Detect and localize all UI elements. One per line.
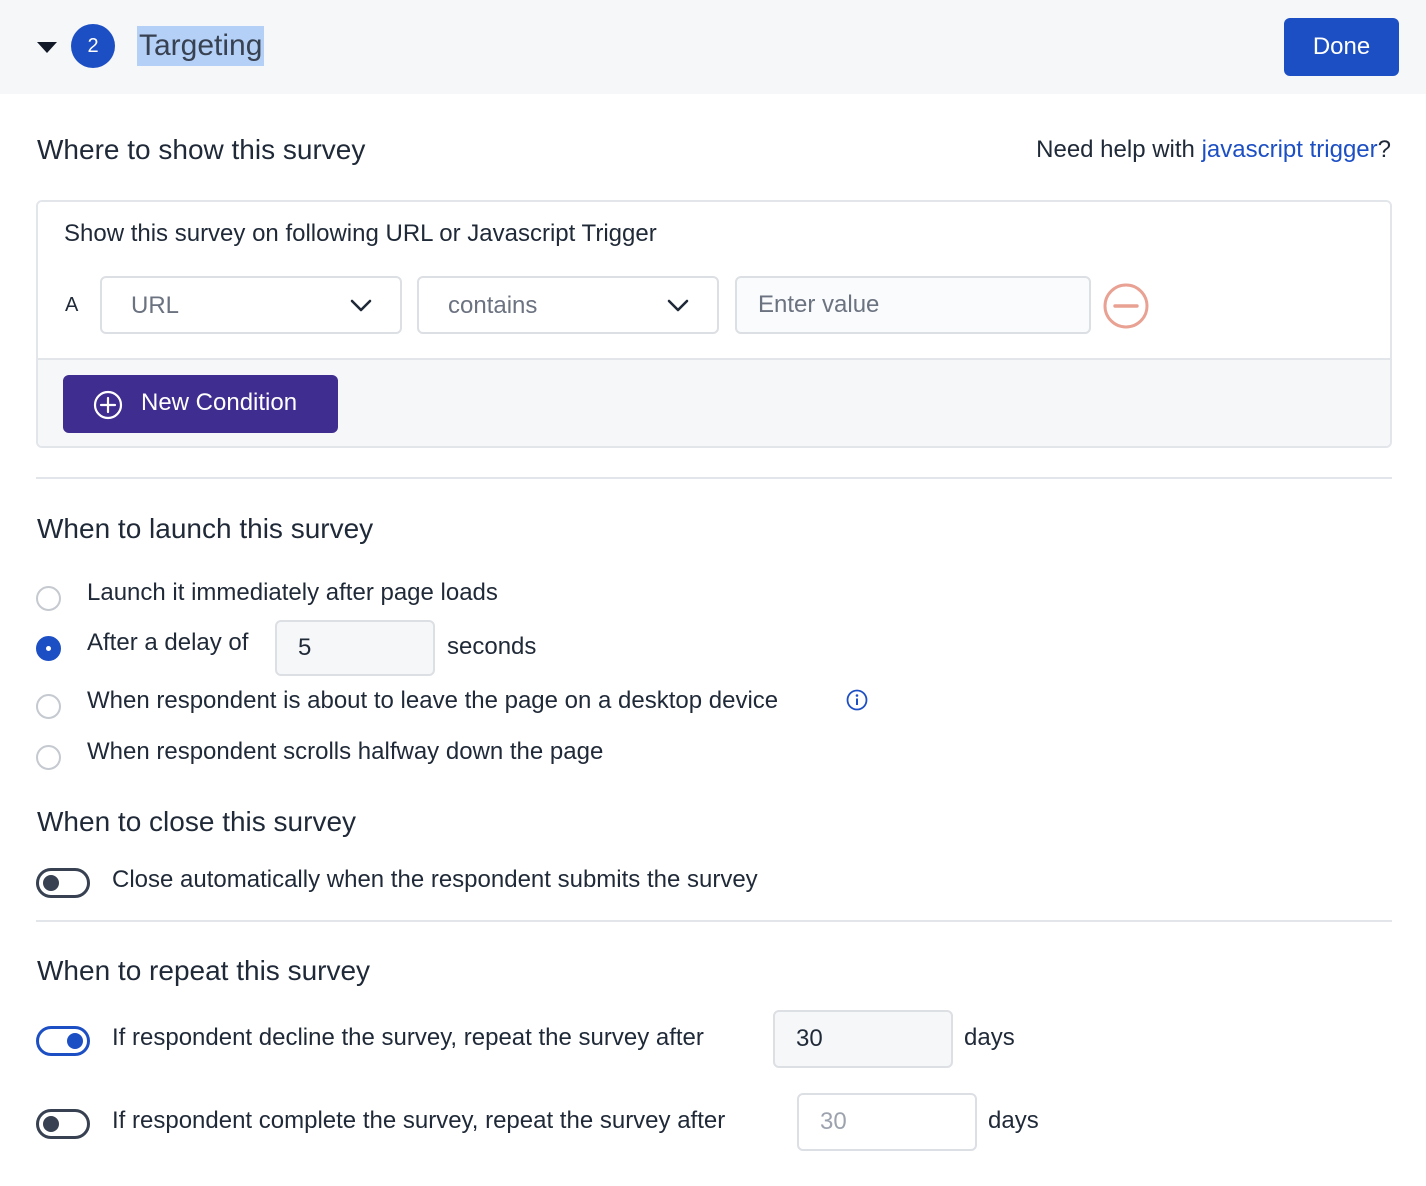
info-icon[interactable] bbox=[846, 689, 868, 711]
divider bbox=[36, 477, 1392, 479]
field-select-value: URL bbox=[131, 292, 180, 319]
section-header: 2 Targeting Done bbox=[0, 0, 1426, 94]
launch-option-label: Launch it immediately after page loads bbox=[87, 579, 498, 606]
when-to-launch-heading: When to launch this survey bbox=[37, 513, 374, 544]
done-button[interactable]: Done bbox=[1284, 18, 1399, 76]
chevron-down-icon bbox=[667, 299, 689, 312]
repeat-complete-label: If respondent complete the survey, repea… bbox=[112, 1107, 726, 1134]
launch-option-label: After a delay of bbox=[87, 629, 249, 656]
help-prefix: Need help with bbox=[1036, 136, 1202, 163]
step-number-badge: 2 bbox=[71, 24, 115, 68]
radio-button[interactable] bbox=[36, 745, 61, 770]
condition-value-input[interactable] bbox=[735, 276, 1091, 334]
radio-button-checked[interactable] bbox=[36, 636, 61, 661]
condition-letter: A bbox=[65, 294, 79, 316]
section-title: Targeting bbox=[137, 26, 265, 66]
operator-select[interactable]: contains bbox=[417, 276, 719, 334]
repeat-complete-unit: days bbox=[988, 1107, 1039, 1134]
close-automatically-toggle[interactable] bbox=[36, 868, 90, 898]
plus-circle-icon bbox=[93, 390, 123, 420]
operator-select-value: contains bbox=[448, 292, 538, 319]
repeat-decline-unit: days bbox=[964, 1024, 1015, 1051]
launch-option-label: When respondent scrolls halfway down the… bbox=[87, 738, 604, 765]
radio-button[interactable] bbox=[36, 694, 61, 719]
delay-seconds-input[interactable] bbox=[275, 620, 435, 676]
where-to-show-heading: Where to show this survey bbox=[37, 134, 366, 165]
new-condition-button[interactable]: New Condition bbox=[63, 375, 338, 433]
repeat-decline-days-input[interactable] bbox=[773, 1010, 953, 1068]
repeat-decline-label: If respondent decline the survey, repeat… bbox=[112, 1024, 704, 1051]
launch-option-label: When respondent is about to leave the pa… bbox=[87, 687, 779, 714]
field-select[interactable]: URL bbox=[100, 276, 402, 334]
javascript-trigger-link[interactable]: javascript trigger bbox=[1202, 136, 1378, 163]
collapse-caret-icon[interactable] bbox=[37, 42, 57, 53]
when-to-close-heading: When to close this survey bbox=[37, 806, 357, 837]
help-text: Need help with javascript trigger? bbox=[1036, 136, 1391, 164]
radio-button[interactable] bbox=[36, 586, 61, 611]
remove-condition-icon[interactable] bbox=[1102, 282, 1150, 330]
chevron-down-icon bbox=[350, 299, 372, 312]
repeat-complete-toggle[interactable] bbox=[36, 1109, 90, 1139]
condition-list: Show this survey on following URL or Jav… bbox=[38, 202, 1390, 360]
condition-description: Show this survey on following URL or Jav… bbox=[64, 220, 657, 247]
close-automatically-label: Close automatically when the respondent … bbox=[112, 866, 758, 893]
delay-unit-label: seconds bbox=[447, 633, 537, 660]
help-suffix: ? bbox=[1377, 136, 1391, 163]
divider bbox=[36, 920, 1392, 922]
condition-panel: Show this survey on following URL or Jav… bbox=[36, 200, 1392, 448]
condition-actions: New Condition bbox=[38, 360, 1390, 446]
repeat-decline-toggle[interactable] bbox=[36, 1026, 90, 1056]
when-to-repeat-heading: When to repeat this survey bbox=[37, 955, 371, 986]
repeat-complete-days-input[interactable] bbox=[797, 1093, 977, 1151]
new-condition-label: New Condition bbox=[141, 389, 298, 416]
